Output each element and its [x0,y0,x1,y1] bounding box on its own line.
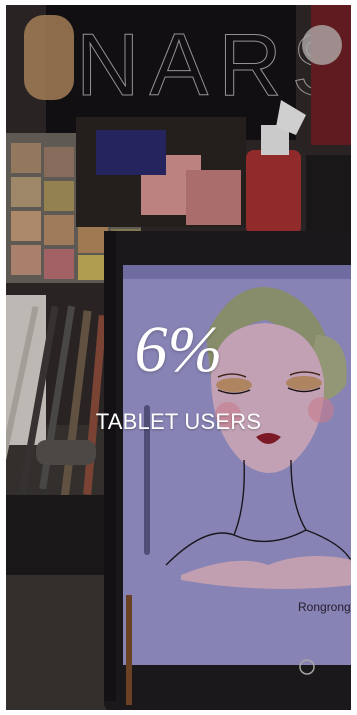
stat-label: TABLET USERS [95,409,262,434]
story-card: NARS Rongrong 6% TABLET USERS [6,5,351,710]
stat-value: 6% [134,313,223,386]
